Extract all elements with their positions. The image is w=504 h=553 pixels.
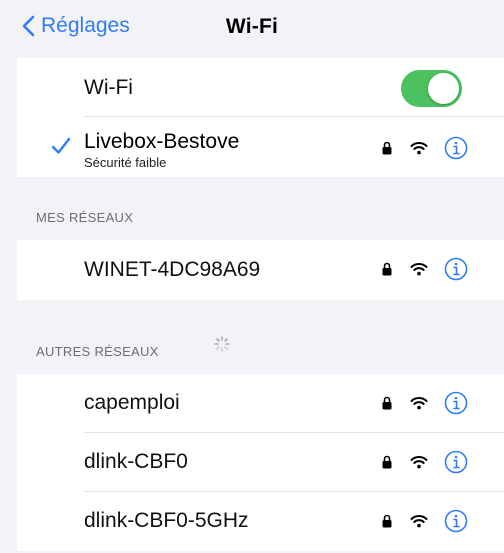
connected-network-row[interactable]: Livebox-Bestove Sécurité faible [17,117,504,177]
network-row[interactable]: dlink-CBF0-5GHz [17,492,504,551]
network-status-icons [382,257,468,281]
navigation-bar: Réglages Wi-Fi [0,0,504,58]
network-status-icons [382,509,468,533]
connected-network-name: Livebox-Bestove [84,130,240,153]
checkmark-icon [51,137,71,154]
network-status-icons [382,391,468,415]
other-networks-group: capemploi dlink-CBF0 dlink-CBF0-5GHz [17,374,504,551]
wifi-toggle-label: Wi-Fi [84,76,133,99]
network-row[interactable]: WINET-4DC98A69 [17,240,504,300]
network-name: WINET-4DC98A69 [84,258,261,281]
network-row[interactable]: dlink-CBF0 [17,433,504,492]
network-name: capemploi [84,391,180,414]
wifi-signal-icon [410,456,428,469]
lock-icon [382,141,392,155]
info-circle-icon[interactable] [444,257,468,281]
lock-icon [382,455,392,469]
activity-spinner-icon [214,336,230,352]
lock-icon [382,262,392,276]
info-circle-icon[interactable] [444,136,468,160]
my-networks-header: MES RÉSEAUX [36,210,134,225]
network-row[interactable]: capemploi [17,374,504,433]
wifi-signal-icon [410,263,428,276]
wifi-toggle-row: Wi-Fi [17,58,504,117]
page-title: Wi-Fi [225,15,279,38]
network-name: dlink-CBF0-5GHz [84,509,249,532]
wifi-toggle-switch[interactable] [401,70,462,107]
lock-icon [382,396,392,410]
connected-network-security: Sécurité faible [84,155,167,170]
info-circle-icon[interactable] [444,391,468,415]
network-status-icons [382,450,468,474]
wifi-signal-icon [410,515,428,528]
info-circle-icon[interactable] [444,509,468,533]
wifi-signal-icon [410,397,428,410]
toggle-knob [428,73,459,104]
wifi-signal-icon [410,142,428,155]
my-networks-group: WINET-4DC98A69 [17,240,504,300]
lock-icon [382,514,392,528]
other-networks-header: AUTRES RÉSEAUX [36,344,159,359]
network-name: dlink-CBF0 [84,450,188,473]
network-status-icons [382,136,468,160]
info-circle-icon[interactable] [444,450,468,474]
wifi-status-group: Wi-Fi Livebox-Bestove Sécurité faible [17,58,504,177]
